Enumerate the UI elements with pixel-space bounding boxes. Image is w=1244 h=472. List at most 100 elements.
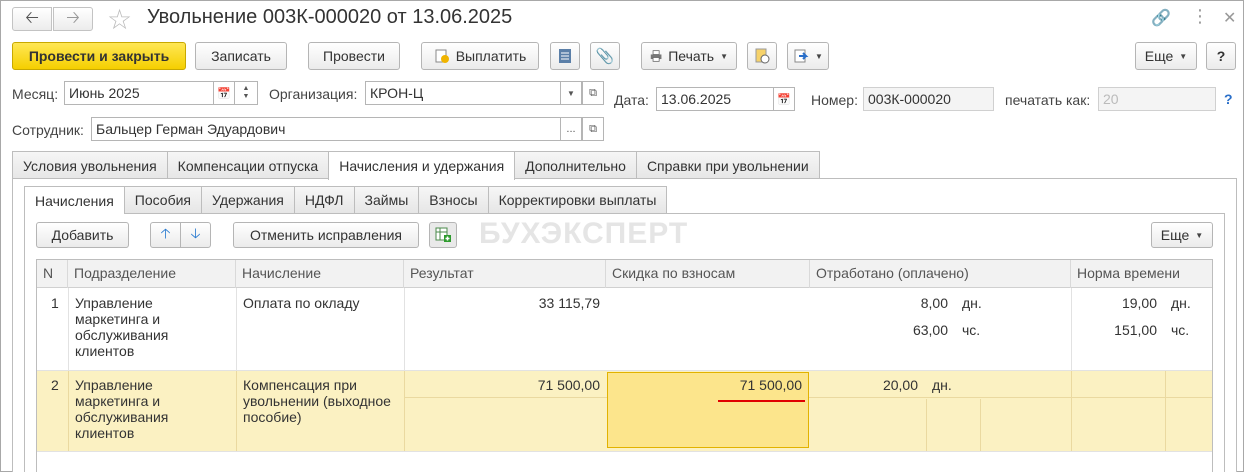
arrow-left-icon: 🡠 [25,7,39,27]
row-norm-hours: 151,00 [1114,322,1157,338]
subtab-accruals[interactable]: Начисления [24,186,125,214]
subtab-ndfl[interactable]: НДФЛ [293,186,355,213]
subtab-benefits[interactable]: Пособия [123,186,203,213]
row-worked-days-unit: дн. [962,295,982,311]
forward-button[interactable]: 🡢 [53,7,93,31]
favorite-star-icon[interactable]: ☆ [107,3,132,36]
month-spinner[interactable]: ▲ ▼ [234,81,258,105]
col-divider [1071,288,1072,371]
open-icon: ⧉ [589,86,597,99]
col-divider [68,288,69,371]
arrow-down-icon: 🡣 [190,225,201,241]
number-label: Номер: [811,92,858,108]
red-underline-annotation [718,400,805,402]
print-as-input[interactable]: 20 [1098,87,1216,111]
tab-accruals-deductions[interactable]: Начисления и удержания [328,151,516,180]
open-icon: ⧉ [589,122,597,135]
document-clock-icon [755,48,770,64]
row-accrual: Компенсация при увольнении (выходное пос… [243,377,391,425]
move-up-button[interactable]: 🡡 [150,222,181,248]
table-add-icon [435,227,451,242]
cell-divider [926,399,927,451]
tab-vacation-compensation[interactable]: Компенсации отпуска [166,151,330,179]
table-row-selected[interactable]: 2 Управление маркетинга и обслуживания к… [37,371,1212,451]
title-bar: 🡠 🡢 ☆ Увольнение 003К-000020 от 13.06.20… [1,1,1243,37]
col-header-discount[interactable]: Скидка по взносам [606,260,810,288]
subtab-deductions[interactable]: Удержания [201,186,295,213]
journal-button[interactable] [550,42,580,70]
attach-button[interactable]: 📎 [590,42,620,70]
employee-input[interactable]: Бальцер Герман Эдуардович [91,117,561,141]
col-header-n[interactable]: N [37,260,68,288]
create-based-on-button[interactable]: ▼ [787,42,829,70]
subtab-contributions[interactable]: Взносы [418,186,489,213]
col-header-department[interactable]: Подразделение [68,260,236,288]
spin-down-icon: ▼ [242,93,250,100]
calendar-button[interactable]: 📅 [213,81,235,105]
back-button[interactable]: 🡠 [12,7,52,31]
active-cell-discount[interactable]: 71 500,00 [607,372,809,448]
col-header-norm[interactable]: Норма времени [1071,260,1212,288]
col-header-worked[interactable]: Отработано (оплачено) [810,260,1071,288]
print-label: Печать [668,48,715,64]
organization-input[interactable]: КРОН-Ц [365,81,561,105]
col-header-accrual[interactable]: Начисление [236,260,404,288]
cancel-corrections-button[interactable]: Отменить исправления [233,222,419,248]
subtab-payment-corrections[interactable]: Корректировки выплаты [487,186,668,213]
move-down-button[interactable]: 🡣 [180,222,211,248]
month-input[interactable]: Июнь 2025 [64,81,214,105]
subtab-loans[interactable]: Займы [353,186,420,213]
add-column-button[interactable] [429,222,457,248]
row-worked-days-unit: дн. [932,377,952,393]
post-and-close-button[interactable]: Провести и закрыть [12,42,186,70]
printer-icon [650,50,662,62]
row-worked-days: 20,00 [882,377,918,393]
create-based-icon [794,49,809,63]
col-header-result[interactable]: Результат [404,260,606,288]
table-more-label: Еще [1160,227,1190,243]
cell-divider [68,371,69,451]
cell-divider [1071,371,1072,451]
link-icon[interactable]: 🔗 [1151,8,1171,28]
sub-tabs: Начисления Пособия Удержания НДФЛ Займы … [24,186,668,214]
tab-additional[interactable]: Дополнительно [514,151,637,179]
month-label: Месяц: [12,86,59,102]
row-accrual: Оплата по окладу [243,295,360,311]
more-menu-icon[interactable]: ⋮ [1191,6,1209,27]
row-norm-days-unit: дн. [1171,295,1191,311]
main-tabs: Условия увольнения Компенсации отпуска Н… [12,151,820,180]
tab-dismissal-certificates[interactable]: Справки при увольнении [635,151,820,179]
row-norm-days: 19,00 [1121,295,1157,311]
save-button[interactable]: Записать [195,42,287,70]
history-button[interactable] [747,42,777,70]
employee-select-button[interactable]: ... [560,117,582,141]
print-button[interactable]: Печать ▼ [641,42,737,70]
date-calendar-button[interactable]: 📅 [773,87,795,111]
organization-dropdown-button[interactable]: ▼ [560,81,582,105]
pay-label: Выплатить [455,48,527,64]
tab-dismissal-conditions[interactable]: Условия увольнения [12,151,168,179]
row-number: 2 [51,377,59,393]
more-button[interactable]: Еще ▼ [1135,42,1197,70]
chevron-down-icon: ▼ [720,51,728,61]
cell-divider [980,399,981,451]
close-icon[interactable]: ✕ [1223,8,1236,28]
employee-open-button[interactable]: ⧉ [582,117,604,141]
date-label: Дата: [614,92,649,108]
calendar-icon: 📅 [217,87,231,100]
help-button[interactable]: ? [1206,42,1236,70]
number-input[interactable]: 003К-000020 [863,87,994,111]
spin-up-icon: ▲ [242,85,250,92]
row-discount: 71 500,00 [739,377,802,393]
document-window: 🡠 🡢 ☆ Увольнение 003К-000020 от 13.06.20… [0,0,1244,472]
table-more-button[interactable]: Еще ▼ [1151,222,1213,248]
more-label: Еще [1144,48,1174,64]
table-row[interactable]: 1 Управление маркетинга и обслуживания к… [37,289,1212,371]
chevron-down-icon: ▼ [1179,51,1188,61]
pay-button[interactable]: Выплатить [421,42,539,70]
print-as-help-icon[interactable]: ? [1224,91,1233,107]
date-input[interactable]: 13.06.2025 [656,87,774,111]
post-button[interactable]: Провести [308,42,400,70]
organization-open-button[interactable]: ⧉ [582,81,604,105]
add-button[interactable]: Добавить [36,222,129,248]
